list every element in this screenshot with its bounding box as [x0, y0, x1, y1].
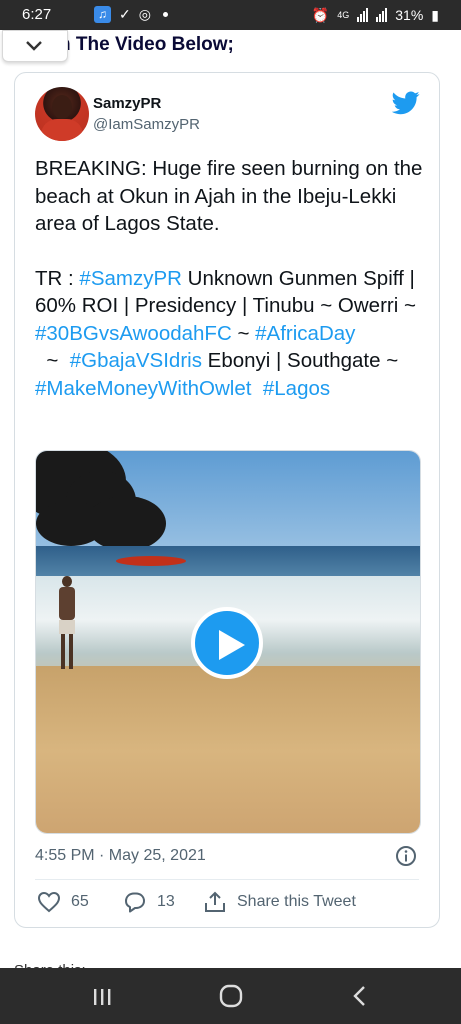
author-name[interactable]: SamzyPR [93, 95, 161, 112]
recent-apps-icon[interactable] [92, 987, 112, 1007]
person-silhouette [56, 576, 78, 671]
hashtag-africaday[interactable]: #AfricaDay [255, 322, 355, 345]
back-icon[interactable] [352, 985, 368, 1007]
embedded-tweet[interactable]: SamzyPR @IamSamzyPR BREAKING: Huge fire … [14, 72, 440, 928]
share-icon [205, 891, 225, 912]
tweet-text: BREAKING: Huge fire seen burning on the … [35, 155, 425, 402]
status-bar: 6:27 ♫ ✓ ◎ ⏰ 4G 31% ▮ [0, 0, 461, 30]
tweet-timestamp[interactable]: 4:55 PM · May 25, 2021 [35, 847, 206, 865]
hashtag-makemoneywithowlet[interactable]: #MakeMoneyWithOwlet [35, 377, 251, 400]
network-type: 4G [337, 10, 350, 20]
signal-2-icon [376, 8, 388, 22]
hashtag-30bgvsawoodahfc[interactable]: #30BGvsAwoodahFC [35, 322, 232, 345]
hashtag-gbajavsidris[interactable]: #GbajaVSIdris [70, 349, 202, 372]
tweet-text-segment: Ebonyi | Southgate ~ [201, 349, 399, 372]
page-heading: n The Video Below; [59, 34, 234, 55]
tweet-headline: BREAKING: Huge fire seen burning on the … [35, 157, 423, 235]
status-time: 6:27 [22, 6, 52, 23]
reply-button[interactable]: 13 [123, 891, 175, 913]
tr-prefix: TR : [35, 266, 80, 290]
share-tweet-button[interactable]: Share this Tweet [203, 891, 356, 913]
hashtag-lagos[interactable]: #Lagos [263, 377, 330, 400]
play-icon [219, 630, 245, 660]
author-handle[interactable]: @IamSamzyPR [93, 116, 200, 133]
tweet-text-segment: ~ [35, 349, 70, 372]
avatar[interactable] [35, 87, 89, 141]
tweet-tags-paragraph: TR : #SamzyPR Unknown Gunmen Spiff | 60%… [35, 265, 425, 403]
twitter-bird-icon[interactable] [392, 91, 420, 115]
more-notifications-dot-icon [162, 11, 168, 17]
system-icons: ⏰ 4G 31% ▮ [312, 6, 439, 24]
divider [35, 879, 419, 880]
reply-count: 13 [157, 893, 175, 910]
navigation-bar [0, 968, 461, 1024]
battery-percent: 31% [395, 7, 424, 23]
music-app-icon: ♫ [94, 5, 111, 23]
like-count: 65 [71, 893, 89, 910]
signal-icon [357, 8, 369, 22]
alarm-icon: ⏰ [311, 7, 330, 23]
download-done-icon: ✓ [119, 6, 131, 22]
collapse-button[interactable] [2, 30, 68, 62]
heart-icon [37, 891, 61, 913]
like-button[interactable]: 65 [37, 891, 89, 913]
tweet-text-segment [251, 377, 262, 400]
info-icon[interactable] [395, 845, 417, 867]
reply-icon [125, 892, 145, 913]
home-icon[interactable] [219, 984, 243, 1008]
share-tweet-label: Share this Tweet [237, 893, 356, 910]
chevron-down-icon [26, 41, 42, 51]
play-button[interactable] [191, 607, 263, 679]
tweet-text-segment: ~ [231, 321, 256, 345]
hashtag-samzypr[interactable]: #SamzyPR [79, 267, 182, 290]
instagram-icon: ◎ [138, 6, 151, 22]
notification-icons: ♫ ✓ ◎ [62, 5, 168, 23]
video-thumbnail[interactable] [35, 450, 421, 834]
battery-icon: ▮ [431, 7, 439, 23]
